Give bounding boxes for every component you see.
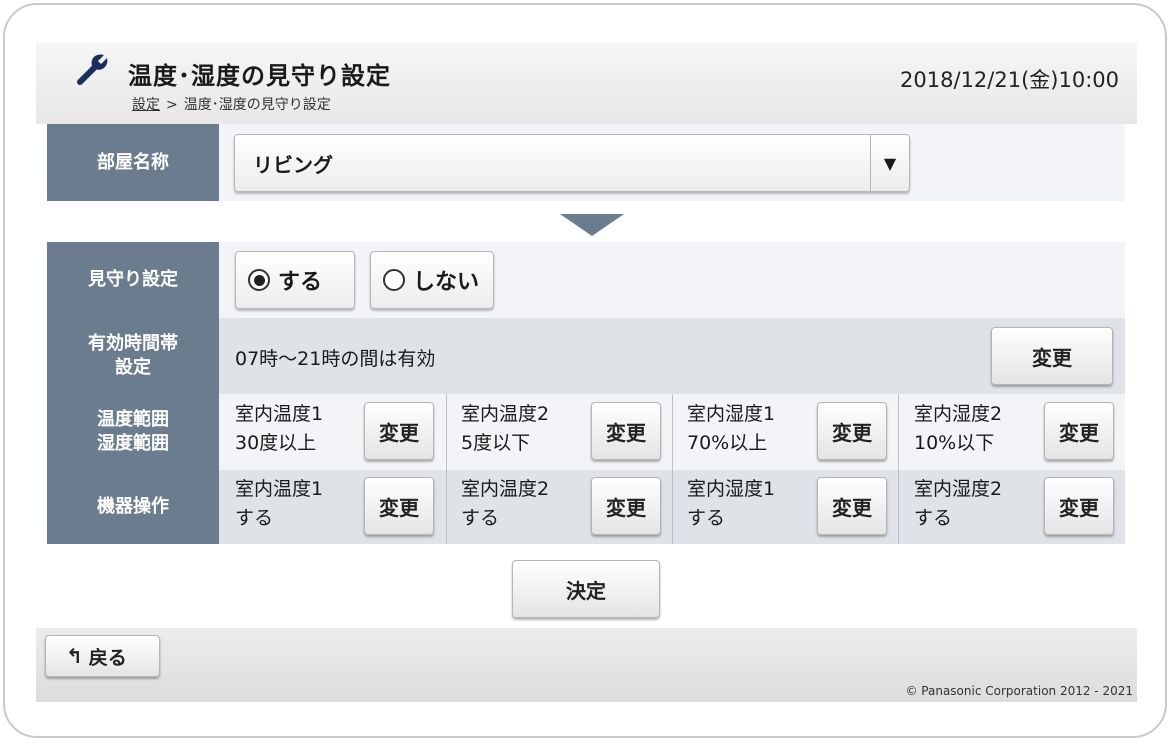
- range-cell-2-change-button[interactable]: 変更: [591, 402, 661, 460]
- device-cell-1-value: する: [235, 507, 274, 529]
- range-cell-3-title: 室内湿度1: [687, 403, 776, 425]
- down-arrow-icon: [560, 214, 624, 236]
- range-cell-3-value: 70%以上: [687, 432, 768, 454]
- range-cell-4-title: 室内湿度2: [914, 403, 1003, 425]
- confirm-button[interactable]: 決定: [512, 560, 660, 618]
- watch-off-radio[interactable]: しない: [370, 251, 494, 309]
- room-select-value: リビング: [253, 153, 333, 177]
- range-cell-2-value: 5度以下: [461, 432, 531, 454]
- app-screen: 温度･湿度の見守り設定 設定 > 温度･湿度の見守り設定 2018/12/21(金)…: [36, 42, 1137, 702]
- breadcrumb-separator: >: [166, 97, 178, 113]
- device-cell-1-title: 室内温度1: [235, 478, 324, 500]
- hours-label-line1: 有効時間帯: [88, 333, 178, 354]
- hours-change-button[interactable]: 変更: [991, 327, 1113, 385]
- back-button[interactable]: ↰ 戻る: [45, 635, 160, 677]
- range-cell-2-title: 室内温度2: [461, 403, 550, 425]
- device-cell-1-text: 室内温度1 する: [235, 475, 323, 533]
- divider: [898, 470, 899, 544]
- breadcrumb-current: 温度･湿度の見守り設定: [183, 97, 331, 113]
- back-arrow-icon: ↰: [66, 644, 83, 668]
- device-cell-4-change-button[interactable]: 変更: [1044, 477, 1114, 535]
- range-cell-1-text: 室内温度1 30度以上: [235, 400, 323, 458]
- watch-label: 見守り設定: [47, 242, 219, 318]
- hours-value: 07時〜21時の間は有効: [235, 348, 436, 370]
- divider: [672, 394, 673, 470]
- range-cell-1-change-button[interactable]: 変更: [364, 402, 434, 460]
- watch-on-label: する: [278, 270, 323, 295]
- watch-off-label: しない: [413, 270, 480, 295]
- device-cell-4-title: 室内湿度2: [914, 478, 1003, 500]
- divider: [898, 394, 899, 470]
- page-title: 温度･湿度の見守り設定: [128, 62, 391, 90]
- device-cell-3-value: する: [687, 507, 726, 529]
- range-cell-3-change-button[interactable]: 変更: [817, 402, 887, 460]
- header: 温度･湿度の見守り設定 設定 > 温度･湿度の見守り設定 2018/12/21(金)…: [36, 42, 1137, 124]
- back-label: 戻る: [88, 646, 127, 669]
- divider: [446, 394, 447, 470]
- device-cell-4-text: 室内湿度2 する: [914, 475, 1002, 533]
- range-label-line1: 温度範囲: [97, 409, 169, 430]
- divider: [672, 470, 673, 544]
- range-cell-1-title: 室内温度1: [235, 403, 324, 425]
- device-label: 機器操作: [47, 470, 219, 544]
- device-cell-2-value: する: [461, 507, 500, 529]
- device-cell-3-title: 室内湿度1: [687, 478, 776, 500]
- range-cell-4-value: 10%以下: [914, 432, 995, 454]
- range-cell-2-text: 室内温度2 5度以下: [461, 400, 549, 458]
- wrench-icon: [77, 54, 108, 85]
- device-cell-2-text: 室内温度2 する: [461, 475, 549, 533]
- divider: [446, 470, 447, 544]
- radio-unchecked-icon: [383, 269, 405, 291]
- datetime-display: 2018/12/21(金)10:00: [900, 68, 1119, 92]
- room-label-text: 部屋名称: [97, 151, 169, 173]
- breadcrumb-link-settings[interactable]: 設定: [132, 97, 160, 113]
- hours-label: 有効時間帯 設定: [47, 318, 219, 394]
- radio-checked-icon: [248, 269, 270, 291]
- device-cell-4-value: する: [914, 507, 953, 529]
- copyright-text: © Panasonic Corporation 2012 - 2021: [905, 684, 1133, 698]
- watch-label-text: 見守り設定: [88, 269, 178, 290]
- room-label: 部屋名称: [47, 124, 219, 201]
- chevron-down-icon: ▼: [870, 135, 909, 191]
- device-cell-3-text: 室内湿度1 する: [687, 475, 775, 533]
- device-cell-2-title: 室内温度2: [461, 478, 550, 500]
- room-select[interactable]: リビング ▼: [234, 134, 910, 192]
- device-cell-1-change-button[interactable]: 変更: [364, 477, 434, 535]
- range-cell-4-change-button[interactable]: 変更: [1044, 402, 1114, 460]
- hours-label-line2: 設定: [115, 357, 151, 378]
- range-label-line2: 湿度範囲: [97, 433, 169, 454]
- range-cell-1-value: 30度以上: [235, 432, 317, 454]
- range-cell-4-text: 室内湿度2 10%以下: [914, 400, 1002, 458]
- watch-on-radio[interactable]: する: [235, 251, 355, 309]
- breadcrumb: 設定 > 温度･湿度の見守り設定: [132, 94, 331, 114]
- device-cell-3-change-button[interactable]: 変更: [817, 477, 887, 535]
- range-label: 温度範囲 湿度範囲: [47, 394, 219, 470]
- range-cell-3-text: 室内湿度1 70%以上: [687, 400, 775, 458]
- device-cell-2-change-button[interactable]: 変更: [591, 477, 661, 535]
- device-label-text: 機器操作: [97, 496, 169, 517]
